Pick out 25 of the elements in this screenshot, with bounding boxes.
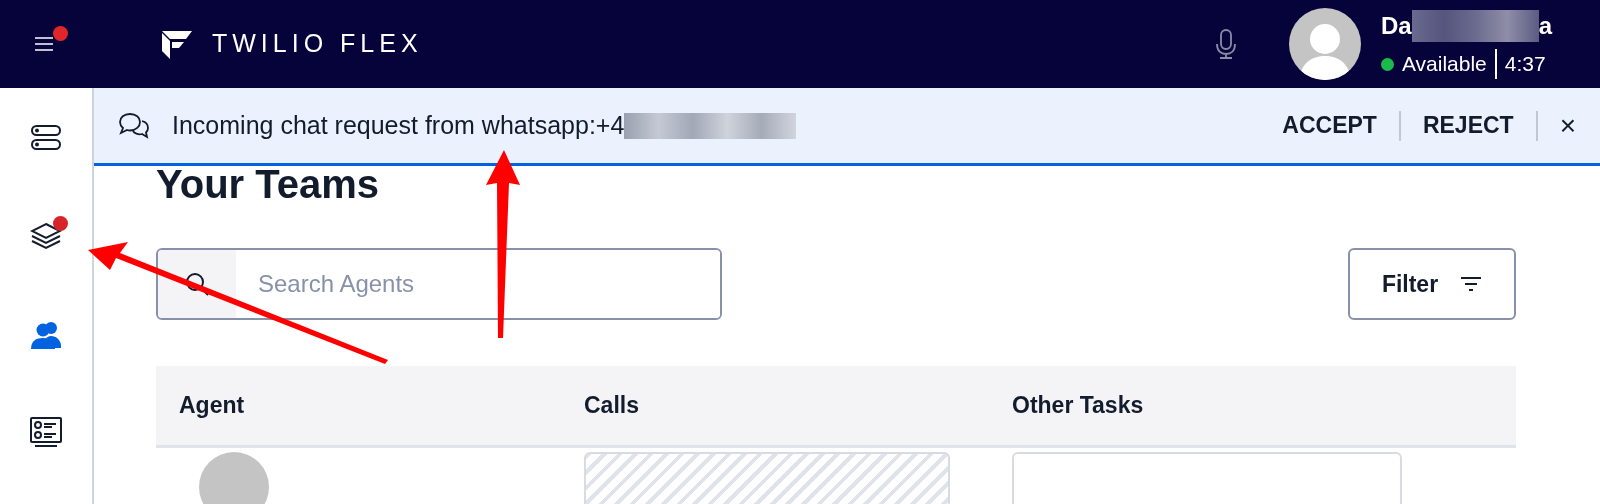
list-board-icon [29,416,63,448]
chat-bubbles-icon [118,111,150,140]
status-timer: 4:37 [1504,51,1546,78]
user-name: Da [1380,11,1412,42]
user-name: a [1538,11,1552,42]
menu-icon [34,36,54,52]
filter-button[interactable]: Filter [1348,248,1516,320]
notification-action[interactable]: ACCEPT [1282,108,1377,143]
page-title: Your Teams [156,161,381,208]
notification-message: Incoming chat request from whatsapp:+4 [172,109,625,141]
column-header: Agent [179,391,246,421]
search-field[interactable]: Search Agents [156,248,722,320]
logo-icon [162,29,194,59]
status-label[interactable]: Available [1401,48,1487,80]
close-button[interactable]: × [1559,111,1576,140]
layers-icon [30,221,62,251]
notification-action[interactable]: REJECT [1422,108,1514,143]
logo-text: TWILIO FLEX [212,28,423,60]
column-header: Other Tasks [1012,391,1145,421]
microphone-icon[interactable] [1214,28,1237,60]
server-icon [30,124,62,152]
menu-button[interactable] [34,34,56,54]
column-header: Calls [584,391,640,421]
agent-avatar [199,452,269,504]
filter-icon [1460,276,1483,292]
